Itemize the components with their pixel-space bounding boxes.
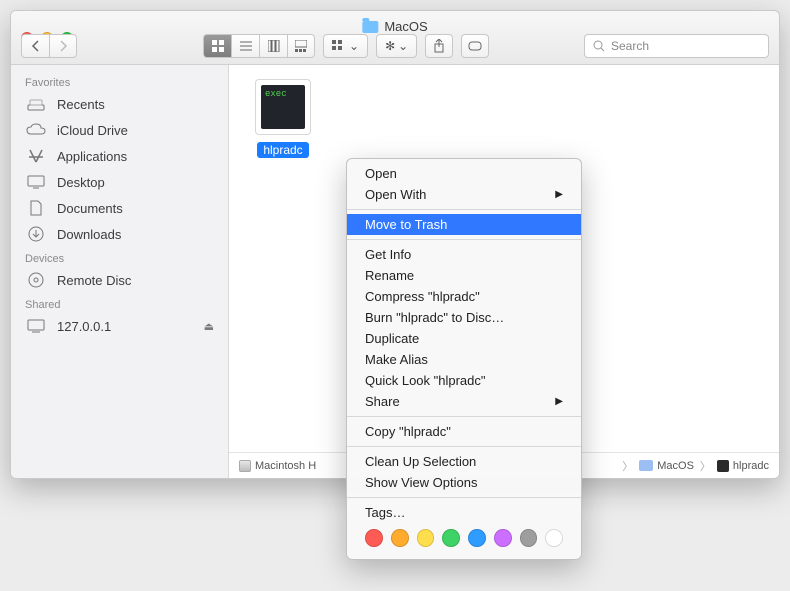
share-button[interactable] bbox=[425, 34, 453, 58]
menu-separator bbox=[347, 209, 581, 210]
sidebar-item-icloud[interactable]: iCloud Drive bbox=[11, 117, 228, 143]
menu-item-move-to-trash[interactable]: Move to Trash bbox=[347, 214, 581, 235]
sidebar-item-desktop[interactable]: Desktop bbox=[11, 169, 228, 195]
menu-item-share[interactable]: Share▶ bbox=[347, 391, 581, 412]
sidebar-item-recents[interactable]: Recents bbox=[11, 91, 228, 117]
tag-blue[interactable] bbox=[468, 529, 486, 547]
menu-item-clean-up[interactable]: Clean Up Selection bbox=[347, 451, 581, 472]
tag-icon bbox=[468, 40, 482, 52]
back-button[interactable] bbox=[21, 34, 49, 58]
menu-item-make-alias[interactable]: Make Alias bbox=[347, 349, 581, 370]
menu-item-compress[interactable]: Compress "hlpradc" bbox=[347, 286, 581, 307]
sidebar-item-host[interactable]: 127.0.0.1⏏ bbox=[11, 313, 228, 339]
apps-icon bbox=[25, 147, 47, 165]
host-icon bbox=[25, 317, 47, 335]
list-view-button[interactable] bbox=[231, 34, 259, 58]
tag-purple[interactable] bbox=[494, 529, 512, 547]
path-crumb-file[interactable]: hlpradc bbox=[717, 460, 769, 472]
window-title-text: MacOS bbox=[384, 19, 427, 34]
gallery-view-button[interactable] bbox=[287, 34, 315, 58]
menu-item-open-with[interactable]: Open With▶ bbox=[347, 184, 581, 205]
disc-icon bbox=[25, 271, 47, 289]
tags-button[interactable] bbox=[461, 34, 489, 58]
recents-icon bbox=[25, 95, 47, 113]
path-crumb-hd[interactable]: Macintosh H bbox=[239, 460, 316, 472]
tag-red[interactable] bbox=[365, 529, 383, 547]
nav-buttons bbox=[21, 34, 77, 58]
hd-icon bbox=[239, 460, 251, 472]
view-switcher bbox=[203, 34, 315, 58]
sidebar-item-downloads[interactable]: Downloads bbox=[11, 221, 228, 247]
menu-item-view-options[interactable]: Show View Options bbox=[347, 472, 581, 493]
action-button[interactable]: ✻⌄ bbox=[376, 34, 417, 58]
menu-item-quick-look[interactable]: Quick Look "hlpradc" bbox=[347, 370, 581, 391]
menu-item-copy[interactable]: Copy "hlpradc" bbox=[347, 421, 581, 442]
menu-item-get-info[interactable]: Get Info bbox=[347, 244, 581, 265]
titlebar: MacOS ⌄ ✻⌄ Search bbox=[11, 11, 779, 65]
menu-separator bbox=[347, 239, 581, 240]
eject-icon[interactable]: ⏏ bbox=[204, 320, 214, 333]
menu-separator bbox=[347, 416, 581, 417]
file-thumbnail: exec bbox=[255, 79, 311, 135]
shared-heading: Shared bbox=[11, 293, 228, 313]
submenu-arrow-icon: ▶ bbox=[555, 189, 563, 200]
sidebar-item-remote-disc[interactable]: Remote Disc bbox=[11, 267, 228, 293]
exec-label: exec bbox=[265, 89, 287, 99]
chevron-right-icon: 〉 bbox=[700, 458, 711, 474]
tag-green[interactable] bbox=[442, 529, 460, 547]
tag-gray[interactable] bbox=[520, 529, 538, 547]
menu-item-duplicate[interactable]: Duplicate bbox=[347, 328, 581, 349]
file-name-label[interactable]: hlpradc bbox=[257, 142, 308, 158]
tag-yellow[interactable] bbox=[417, 529, 435, 547]
tag-orange[interactable] bbox=[391, 529, 409, 547]
gear-icon: ✻ bbox=[385, 39, 395, 53]
submenu-arrow-icon: ▶ bbox=[555, 396, 563, 407]
file-item-hlpradc[interactable]: exec hlpradc bbox=[243, 79, 323, 159]
forward-button[interactable] bbox=[49, 34, 77, 58]
icon-view-button[interactable] bbox=[203, 34, 231, 58]
chevron-right-icon: 〉 bbox=[622, 458, 633, 474]
search-placeholder: Search bbox=[611, 39, 649, 53]
downloads-icon bbox=[25, 225, 47, 243]
menu-item-open[interactable]: Open bbox=[347, 163, 581, 184]
desktop-icon bbox=[25, 173, 47, 191]
share-icon bbox=[433, 39, 445, 53]
favorites-heading: Favorites bbox=[11, 71, 228, 91]
menu-item-burn[interactable]: Burn "hlpradc" to Disc… bbox=[347, 307, 581, 328]
sidebar-item-applications[interactable]: Applications bbox=[11, 143, 228, 169]
tag-none[interactable] bbox=[545, 529, 563, 547]
search-icon bbox=[593, 40, 605, 52]
menu-separator bbox=[347, 446, 581, 447]
path-crumb-macos[interactable]: MacOS bbox=[639, 460, 694, 472]
tag-color-row bbox=[347, 523, 581, 555]
menu-item-tags[interactable]: Tags… bbox=[347, 502, 581, 523]
devices-heading: Devices bbox=[11, 247, 228, 267]
sidebar-item-documents[interactable]: Documents bbox=[11, 195, 228, 221]
column-view-button[interactable] bbox=[259, 34, 287, 58]
folder-icon bbox=[362, 21, 378, 33]
folder-icon bbox=[639, 460, 653, 471]
exec-icon bbox=[717, 460, 729, 472]
arrange-button[interactable]: ⌄ bbox=[323, 34, 368, 58]
sidebar: Favorites Recents iCloud Drive Applicati… bbox=[11, 65, 229, 478]
documents-icon bbox=[25, 199, 47, 217]
menu-item-rename[interactable]: Rename bbox=[347, 265, 581, 286]
icloud-icon bbox=[25, 121, 47, 139]
context-menu: Open Open With▶ Move to Trash Get Info R… bbox=[346, 158, 582, 560]
window-title: MacOS bbox=[362, 19, 427, 34]
menu-separator bbox=[347, 497, 581, 498]
toolbar: ⌄ ✻⌄ Search bbox=[21, 34, 769, 58]
search-input[interactable]: Search bbox=[584, 34, 769, 58]
